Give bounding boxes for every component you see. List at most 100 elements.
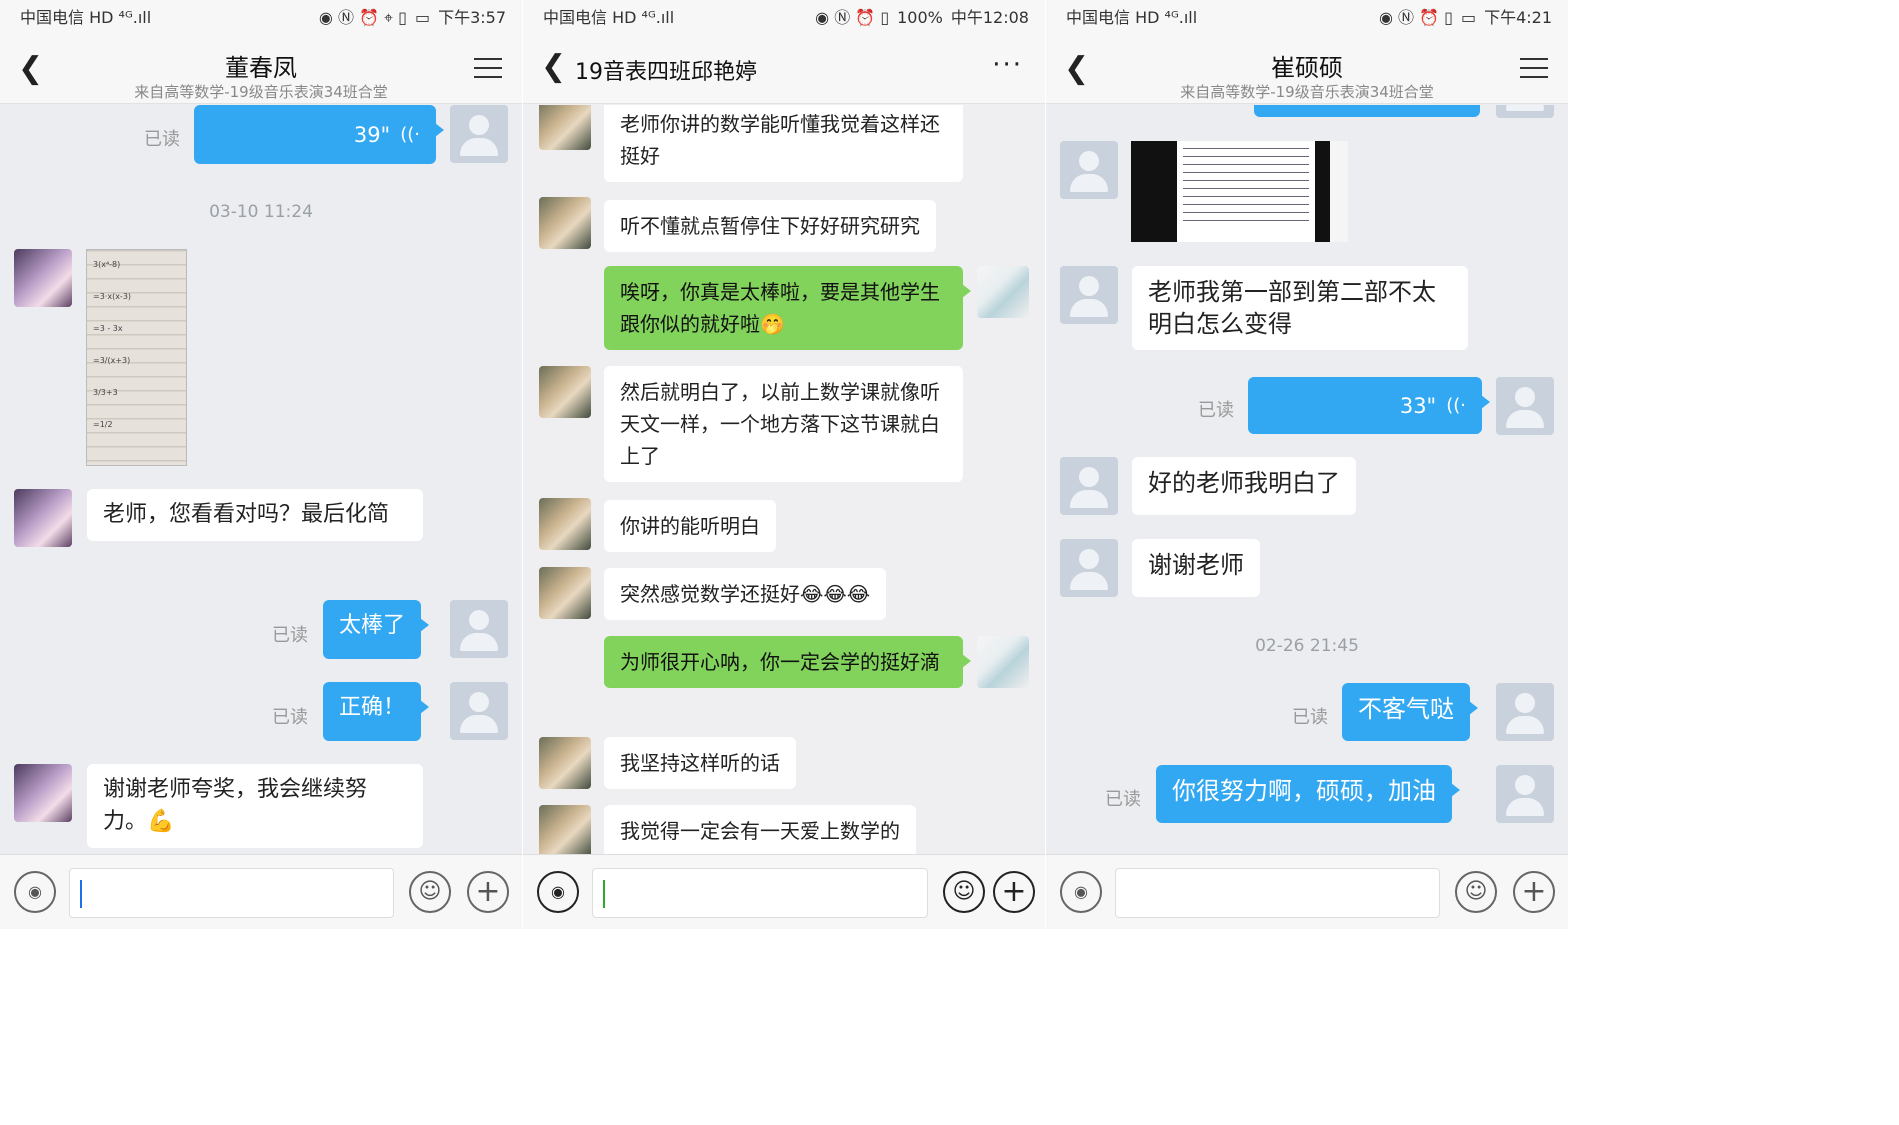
message-bubble[interactable]: 突然感觉数学还挺好😂😂😂: [604, 568, 887, 620]
avatar-self[interactable]: [1496, 683, 1554, 741]
chat-panel-1: 中国电信 HD ⁴ᴳ.ıll ◉ Ⓝ ⏰ ⌖ ▯ ▭ 下午3:57 ❮ 董春凤 来自…: [0, 0, 522, 929]
voice-message-partial[interactable]: [1254, 105, 1480, 117]
chat-header: ❮ 19音表四班邱艳婷 ···: [523, 36, 1045, 104]
voice-duration: 33": [1399, 393, 1437, 418]
timestamp: 02-26 21:45: [1255, 636, 1359, 656]
chat-subtitle: 来自高等数学-19级音乐表演34班合堂: [134, 83, 388, 101]
message-bubble[interactable]: 不客气哒: [1342, 683, 1478, 741]
clock: 下午3:57: [438, 8, 506, 27]
read-receipt: 已读: [1198, 400, 1234, 421]
avatar-self[interactable]: [1496, 765, 1554, 823]
avatar-contact[interactable]: [1060, 266, 1118, 324]
plus-icon[interactable]: +: [467, 871, 509, 913]
status-bar: 中国电信 HD ⁴ᴳ.ıll ◉ Ⓝ ⏰ ▯ 100% 中午12:08: [523, 0, 1045, 36]
message-bubble[interactable]: 谢谢老师: [1132, 539, 1260, 597]
message-bubble[interactable]: 你讲的能听明白: [604, 500, 776, 552]
message-bubble[interactable]: 正确！: [323, 682, 430, 741]
network-icon: HD ⁴ᴳ.ıll: [612, 8, 675, 27]
avatar-contact[interactable]: [539, 197, 591, 249]
avatar-contact[interactable]: [1060, 141, 1118, 199]
avatar-contact[interactable]: [539, 737, 591, 789]
message-bubble[interactable]: 唉呀，你真是太棒啦，要是其他学生跟你似的就好啦🤭: [604, 266, 971, 350]
avatar-self[interactable]: [450, 682, 508, 740]
message-bubble[interactable]: 你很努力啊，硕硕，加油: [1156, 765, 1460, 823]
message-list[interactable]: 老师我第一部到第二部不太明白怎么变得 已读 33" ((· 好的老师我明白了 谢…: [1046, 105, 1568, 854]
avatar-contact[interactable]: [539, 498, 591, 550]
avatar-contact[interactable]: [539, 567, 591, 619]
voice-input-icon[interactable]: ◉: [537, 871, 579, 913]
screenshot-image[interactable]: [1131, 141, 1348, 242]
network-icon: HD ⁴ᴳ.ıll: [1135, 8, 1198, 27]
message-bubble[interactable]: 我觉得一定会有一天爱上数学的: [604, 805, 916, 854]
voice-wave-icon: ((·: [1446, 394, 1466, 416]
avatar-self[interactable]: [977, 636, 1029, 688]
emoji-icon[interactable]: ☺: [943, 871, 985, 913]
avatar-contact[interactable]: [539, 805, 591, 854]
carrier-label: 中国电信: [20, 8, 85, 27]
emoji-icon[interactable]: ☺: [409, 871, 451, 913]
avatar-contact[interactable]: [14, 489, 72, 547]
message-bubble[interactable]: 太棒了: [323, 600, 430, 659]
input-bar: ◉ ☺ +: [1046, 854, 1568, 929]
back-arrow-icon[interactable]: ❮: [541, 52, 566, 82]
message-input[interactable]: [592, 868, 928, 918]
menu-icon[interactable]: [1520, 58, 1548, 80]
input-bar: ◉ ☺ +: [523, 854, 1045, 929]
voice-message[interactable]: 33" ((·: [1248, 377, 1490, 434]
message-bubble[interactable]: 听不懂就点暂停住下好好研究研究: [604, 200, 936, 252]
message-input[interactable]: [1115, 868, 1440, 918]
plus-icon[interactable]: +: [1513, 871, 1555, 913]
read-receipt: 已读: [144, 129, 180, 150]
avatar-contact[interactable]: [14, 249, 72, 307]
clock: 中午12:08: [950, 8, 1029, 27]
status-icons: ◉ Ⓝ ⏰ ▯: [1378, 8, 1453, 27]
avatar-contact[interactable]: [14, 764, 72, 822]
contact-name: 董春凤: [225, 54, 297, 82]
status-icons: ◉ Ⓝ ⏰ ▯: [815, 8, 890, 27]
message-bubble[interactable]: 谢谢老师夸奖，我会继续努力。💪: [87, 764, 423, 848]
battery-icon: ▭: [1460, 8, 1477, 27]
avatar-contact[interactable]: [1060, 457, 1118, 515]
carrier-label: 中国电信: [543, 8, 608, 27]
homework-photo[interactable]: 3(x⁴-8) =3·x(x-3) =3 - 3x =3/(x+3) 3/3+3…: [86, 249, 187, 466]
input-bar: ◉ ☺ +: [0, 854, 522, 929]
message-bubble[interactable]: 为师很开心呐，你一定会学的挺好滴: [604, 636, 971, 688]
message-list[interactable]: 已读 39" ((· 03-10 11:24 3(x⁴-8) =3·x(x-3)…: [0, 105, 522, 854]
message-list[interactable]: 老师你讲的数学能听懂我觉着这样还挺好 听不懂就点暂停住下好好研究研究 唉呀，你真…: [523, 105, 1045, 854]
message-bubble[interactable]: 我坚持这样听的话: [604, 737, 796, 789]
menu-icon[interactable]: [474, 58, 502, 80]
message-bubble[interactable]: 老师我第一部到第二部不太明白怎么变得: [1132, 266, 1468, 350]
avatar-self[interactable]: [1496, 105, 1554, 118]
message-input[interactable]: [69, 868, 394, 918]
chat-panel-2: 中国电信 HD ⁴ᴳ.ıll ◉ Ⓝ ⏰ ▯ 100% 中午12:08 ❮ 19音表…: [523, 0, 1045, 929]
more-options-icon[interactable]: ···: [992, 50, 1023, 80]
status-bar: 中国电信 HD ⁴ᴳ.ıll ◉ Ⓝ ⏰ ⌖ ▯ ▭ 下午3:57: [0, 0, 522, 36]
chat-subtitle: 来自高等数学-19级音乐表演34班合堂: [1180, 83, 1434, 101]
battery-level: 100%: [897, 8, 943, 27]
avatar-contact[interactable]: [539, 366, 591, 418]
avatar-self[interactable]: [450, 105, 508, 163]
emoji-icon[interactable]: ☺: [1455, 871, 1497, 913]
avatar-contact[interactable]: [1060, 539, 1118, 597]
timestamp: 03-10 11:24: [209, 202, 313, 222]
voice-message[interactable]: 39" ((·: [194, 105, 444, 164]
plus-icon[interactable]: +: [993, 871, 1035, 913]
chat-panel-3: 中国电信 HD ⁴ᴳ.ıll ◉ Ⓝ ⏰ ▯ ▭ 下午4:21 ❮ 崔硕硕 来自高等…: [1046, 0, 1568, 929]
avatar-self[interactable]: [1496, 377, 1554, 435]
message-bubble[interactable]: 好的老师我明白了: [1132, 457, 1356, 515]
status-bar: 中国电信 HD ⁴ᴳ.ıll ◉ Ⓝ ⏰ ▯ ▭ 下午4:21: [1046, 0, 1568, 36]
chat-header: ❮ 董春凤 来自高等数学-19级音乐表演34班合堂: [0, 36, 522, 104]
voice-input-icon[interactable]: ◉: [14, 871, 56, 913]
read-receipt: 已读: [1105, 789, 1141, 810]
avatar-self[interactable]: [450, 600, 508, 658]
message-bubble[interactable]: 老师你讲的数学能听懂我觉着这样还挺好: [604, 105, 963, 182]
avatar-contact[interactable]: [539, 105, 591, 150]
voice-input-icon[interactable]: ◉: [1060, 871, 1102, 913]
chat-header: ❮ 崔硕硕 来自高等数学-19级音乐表演34班合堂: [1046, 36, 1568, 104]
battery-icon: ▭: [414, 8, 431, 27]
message-bubble[interactable]: 然后就明白了，以前上数学课就像听天文一样，一个地方落下这节课就白上了: [604, 366, 963, 482]
avatar-self[interactable]: [977, 266, 1029, 318]
contact-name: 崔硕硕: [1271, 54, 1343, 82]
carrier-label: 中国电信: [1066, 8, 1131, 27]
message-bubble[interactable]: 老师，您看看对吗？最后化简: [87, 489, 423, 541]
